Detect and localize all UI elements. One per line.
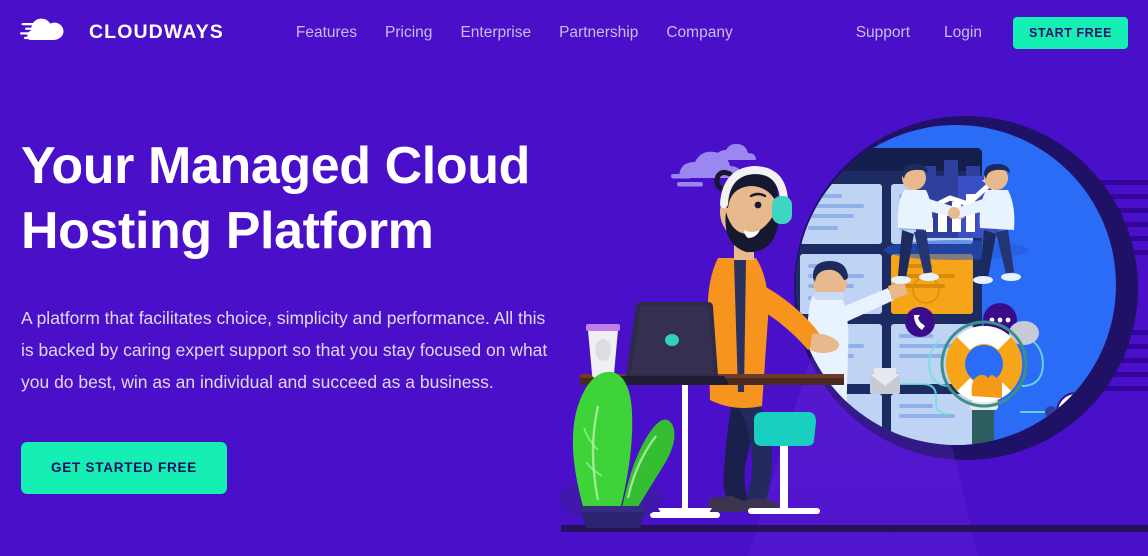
managed-cloud-hosting-illustration [558, 116, 1148, 556]
phone-icon [905, 307, 935, 337]
start-free-button[interactable]: START FREE [1012, 16, 1128, 50]
envelope-icon [870, 368, 900, 394]
cloud-small-icon [712, 143, 756, 161]
cloudways-logo[interactable]: CLOUDWAYS [20, 18, 224, 48]
nav-link-company[interactable]: Company [652, 25, 746, 41]
window-dot-3 [826, 155, 834, 163]
coffee-cup [586, 324, 620, 378]
page-title: Your Managed Cloud Hosting Platform [21, 134, 581, 264]
hero-content: Your Managed Cloud Hosting Platform A pl… [21, 134, 581, 494]
nav-link-support[interactable]: Support [839, 25, 927, 41]
primary-nav-links: Features Pricing Enterprise Partnership … [282, 25, 747, 41]
nav-link-pricing[interactable]: Pricing [371, 25, 446, 41]
window-dot-1 [800, 155, 808, 163]
brand-name: CLOUDWAYS [89, 21, 224, 44]
secondary-nav-links: Support Login START FREE [839, 16, 1128, 50]
window-dot-2 [813, 155, 821, 163]
hero-page: CLOUDWAYS Features Pricing Enterprise Pa… [0, 0, 1148, 556]
headline-line-1: Your Managed Cloud [21, 137, 530, 195]
nav-link-login[interactable]: Login [927, 25, 999, 41]
get-started-free-button[interactable]: GET STARTED FREE [21, 442, 228, 494]
headline-line-2: Hosting Platform [21, 202, 434, 260]
floor-line [561, 525, 1148, 532]
hero-illustration [558, 0, 1148, 556]
nav-link-enterprise[interactable]: Enterprise [446, 25, 545, 41]
hero-subcopy: A platform that facilitates choice, simp… [21, 308, 548, 392]
nav-link-partnership[interactable]: Partnership [545, 25, 652, 41]
cloud-speed-icon [20, 18, 64, 40]
nav-link-features[interactable]: Features [282, 25, 371, 41]
laptop [616, 302, 728, 385]
top-navigation-bar: CLOUDWAYS Features Pricing Enterprise Pa… [0, 0, 1148, 66]
